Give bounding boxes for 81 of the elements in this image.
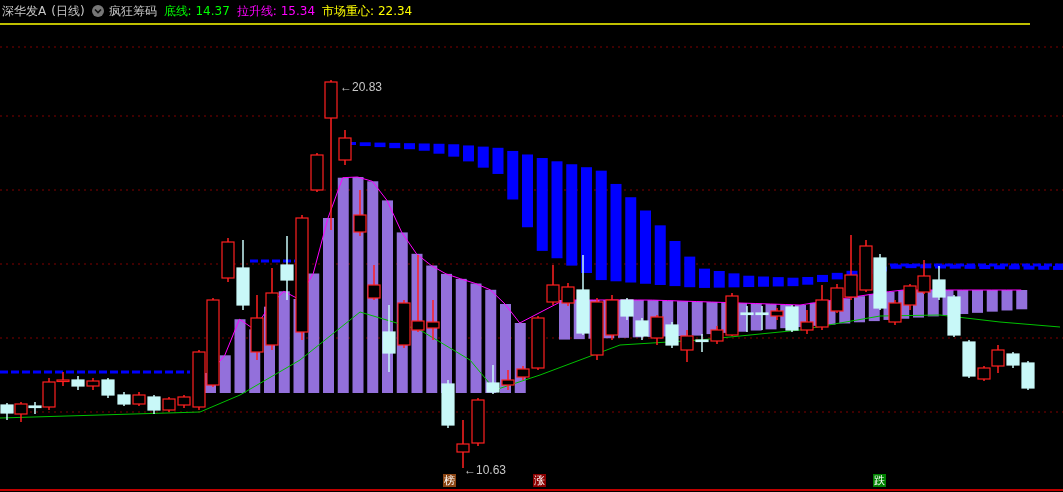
stock-name: 深华发A <box>2 2 47 20</box>
low-price-label: ←10.63 <box>464 463 507 477</box>
overhead-chip-bar <box>448 144 460 157</box>
overhead-chip-bar <box>772 277 784 287</box>
candlestick <box>441 379 455 429</box>
candlestick <box>250 294 264 361</box>
candlestick <box>859 239 873 293</box>
chip-bar <box>986 290 998 312</box>
dashed-level-line <box>250 259 295 263</box>
candlestick <box>147 394 161 415</box>
overhead-chip-bar <box>831 272 843 280</box>
overhead-chip-bar <box>359 142 371 147</box>
chip-bar <box>854 296 865 323</box>
signal-marker: 跌 <box>873 474 886 487</box>
candlestick <box>71 375 85 391</box>
overhead-chip-bar <box>374 142 386 148</box>
overhead-chip-bar <box>949 264 961 269</box>
candlestick <box>665 321 679 349</box>
overhead-chip-bar <box>743 275 755 288</box>
overhead-chip-bar <box>787 277 799 287</box>
overhead-chip-bar <box>492 147 504 174</box>
overhead-chip-bar <box>802 277 814 285</box>
overhead-chip-bar <box>728 273 740 288</box>
overhead-chip-bar <box>669 240 681 287</box>
candlestick <box>471 397 485 447</box>
indicator-name[interactable]: 疯狂筹码 <box>108 2 157 20</box>
candlestick <box>635 317 649 341</box>
overhead-chip-bar <box>418 143 430 151</box>
candlestick <box>903 283 917 311</box>
period-label: (日线) <box>51 2 85 20</box>
candlestick <box>162 396 176 413</box>
candlestick <box>132 391 146 407</box>
candlestick <box>0 402 14 421</box>
overhead-chip-bar <box>713 271 725 288</box>
overhead-chip-bar <box>1038 265 1050 270</box>
chip-bar <box>972 290 983 313</box>
overhead-chip-bar <box>758 276 769 287</box>
overhead-chip-bar <box>433 143 445 154</box>
overhead-chip-bar <box>890 264 902 269</box>
signal-marker: 涨 <box>533 474 546 487</box>
candlestick <box>947 294 961 338</box>
candlestick <box>367 264 381 301</box>
overhead-chip-bar <box>389 142 401 149</box>
chip-bar <box>677 301 688 337</box>
overhead-chip-bar <box>920 264 932 269</box>
overhead-chip-bar <box>817 274 828 283</box>
overhead-chip-bar <box>964 264 976 269</box>
overhead-chip-bar <box>684 256 696 288</box>
chip-bar <box>1016 290 1028 310</box>
indicator-value: 市场重心: 22.34 <box>322 2 413 20</box>
high-price-label: ←20.83 <box>340 80 383 94</box>
candlestick <box>382 304 396 373</box>
overhead-chip-bar <box>699 268 710 288</box>
candlestick <box>117 391 131 407</box>
chip-bar <box>219 355 231 393</box>
overhead-chip-bar <box>507 150 519 200</box>
overhead-chip-bar <box>1053 265 1063 270</box>
dropdown-icon[interactable] <box>91 5 104 17</box>
overhead-chip-bar <box>463 145 474 162</box>
overhead-chip-bar <box>477 146 489 168</box>
overhead-chip-bar <box>935 264 946 269</box>
candlestick <box>501 369 515 391</box>
chip-bar <box>559 300 570 340</box>
overhead-chip-bar <box>994 265 1005 270</box>
overhead-chip-bar <box>1023 265 1035 270</box>
chip-bar <box>691 301 703 336</box>
overhead-chip-bar <box>979 265 991 270</box>
candlestick <box>932 265 946 301</box>
indicator-value: 拉升线: 15.34 <box>236 2 316 20</box>
candlestick <box>917 259 931 295</box>
candlestick <box>353 189 367 237</box>
chip-bar <box>1001 290 1013 311</box>
indicator-value: 底线: 14.37 <box>163 2 230 20</box>
signal-marker: 榜 <box>443 474 456 487</box>
candlestick <box>486 364 500 395</box>
overhead-chip-bar <box>905 264 917 269</box>
overhead-chip-bar <box>1008 265 1020 270</box>
candlestick <box>590 297 604 361</box>
overhead-chip-bar <box>404 143 415 150</box>
overhead-chip-bar <box>654 225 666 285</box>
candlestick <box>650 314 664 346</box>
